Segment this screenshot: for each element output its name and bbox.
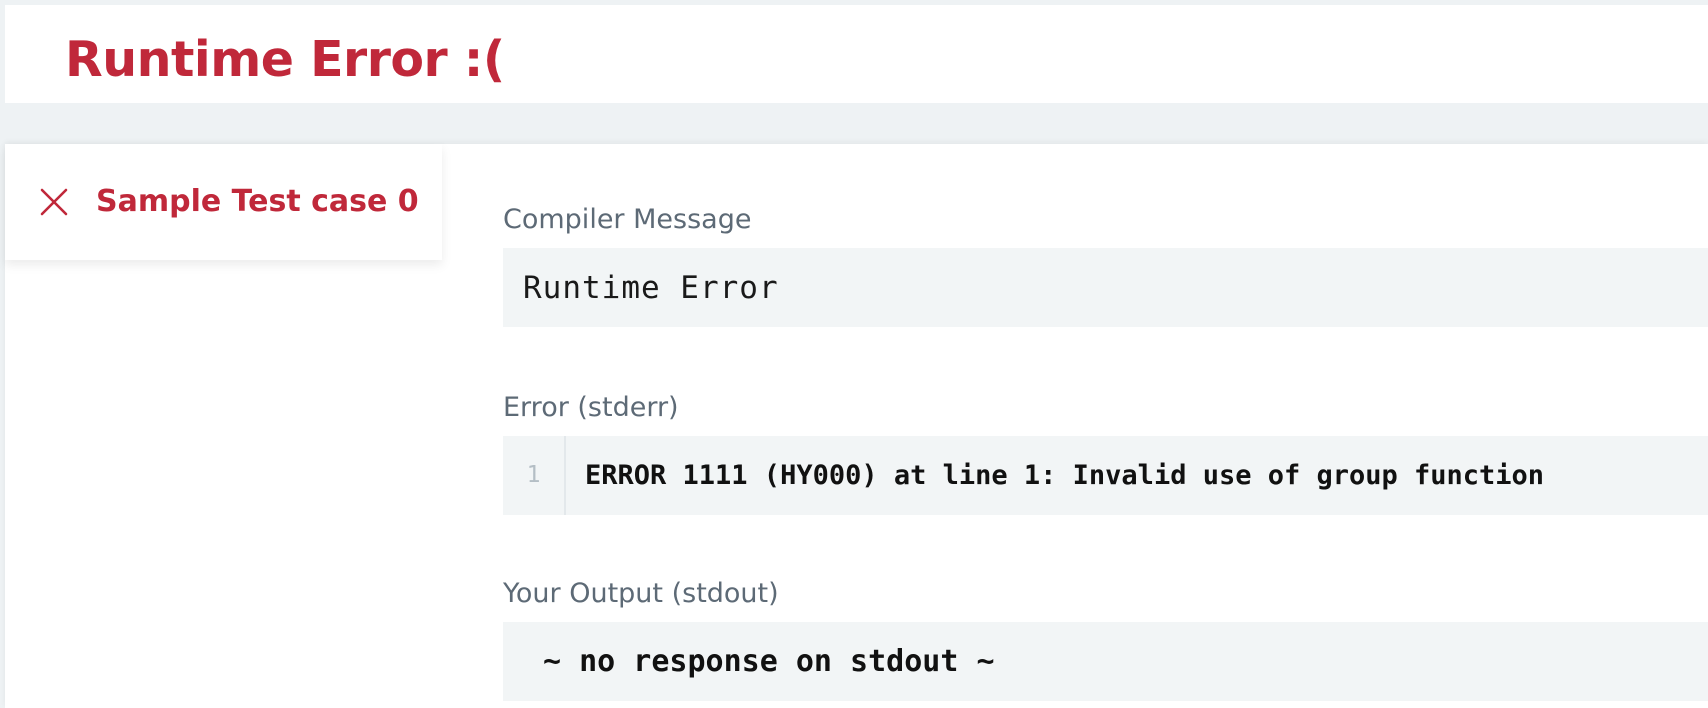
results-panel: Sample Test case 0 Compiler Message Runt… [5,144,1708,708]
compiler-message-text: Runtime Error [523,270,779,306]
line-number: 1 [526,462,541,488]
stdout-section: Your Output (stdout) ~ no response on st… [503,576,1708,701]
testcase-label: Sample Test case 0 [96,184,419,219]
tab-sample-test-case-0[interactable]: Sample Test case 0 [5,144,442,260]
compiler-message-label: Compiler Message [503,204,752,235]
close-icon [38,186,70,218]
stdout-text: ~ no response on stdout ~ [543,644,995,679]
stderr-box: 1 ERROR 1111 (HY000) at line 1: Invalid … [503,436,1708,515]
stderr-label: Error (stderr) [503,392,679,423]
stdout-label: Your Output (stdout) [503,578,779,609]
compiler-message-section: Compiler Message Runtime Error [503,202,1708,327]
line-gutter: 1 [503,436,566,515]
page-title: Runtime Error :( [65,31,505,88]
compiler-message-box: Runtime Error [503,248,1708,327]
stderr-text: ERROR 1111 (HY000) at line 1: Invalid us… [585,460,1545,491]
stdout-box: ~ no response on stdout ~ [503,622,1708,701]
stderr-section: Error (stderr) 1 ERROR 1111 (HY000) at l… [503,390,1708,515]
page-header: Runtime Error :( [5,5,1708,103]
